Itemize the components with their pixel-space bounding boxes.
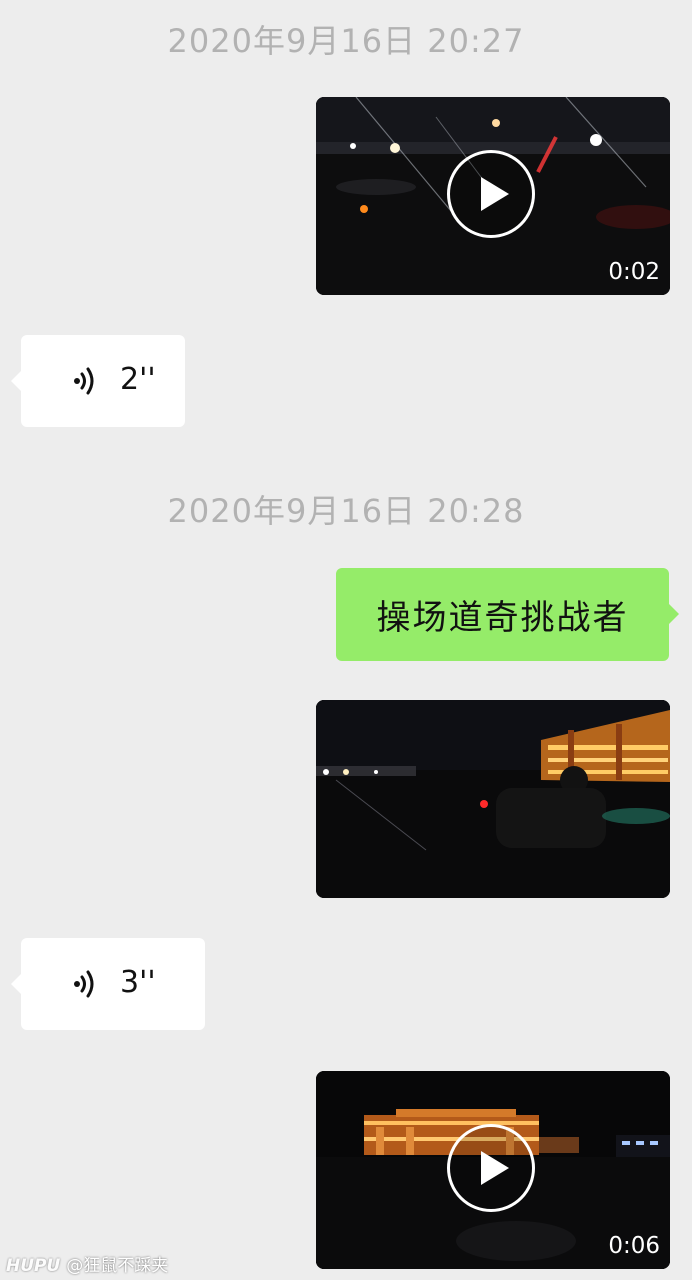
chat-timestamp: 2020年9月16日 20:28 <box>167 492 525 530</box>
video-thumbnail <box>316 700 670 898</box>
video-message[interactable] <box>316 700 670 898</box>
play-button[interactable] <box>447 1124 535 1212</box>
voice-message[interactable]: 3'' <box>11 938 205 1030</box>
video-message[interactable]: 0:02 <box>316 97 670 295</box>
watermark-user: @狂鼠不踩夹 <box>66 1256 169 1276</box>
play-icon <box>481 177 509 211</box>
chat-timestamp: 2020年9月16日 20:27 <box>167 22 525 60</box>
voice-length: 3'' <box>120 965 156 1000</box>
watermark: HUPU @狂鼠不踩夹 <box>6 1251 168 1276</box>
play-button[interactable] <box>447 150 535 238</box>
play-icon <box>481 1151 509 1185</box>
voice-icon <box>74 970 94 998</box>
video-duration: 0:02 <box>608 259 660 285</box>
video-duration: 0:06 <box>608 1233 660 1259</box>
watermark-brand: HUPU <box>6 1256 61 1276</box>
sent-text-message[interactable]: 操场道奇挑战者 <box>336 568 679 661</box>
voice-message[interactable]: 2'' <box>11 335 185 427</box>
voice-icon <box>74 367 94 395</box>
video-message[interactable]: 0:06 <box>316 1071 670 1269</box>
voice-length: 2'' <box>120 362 156 397</box>
